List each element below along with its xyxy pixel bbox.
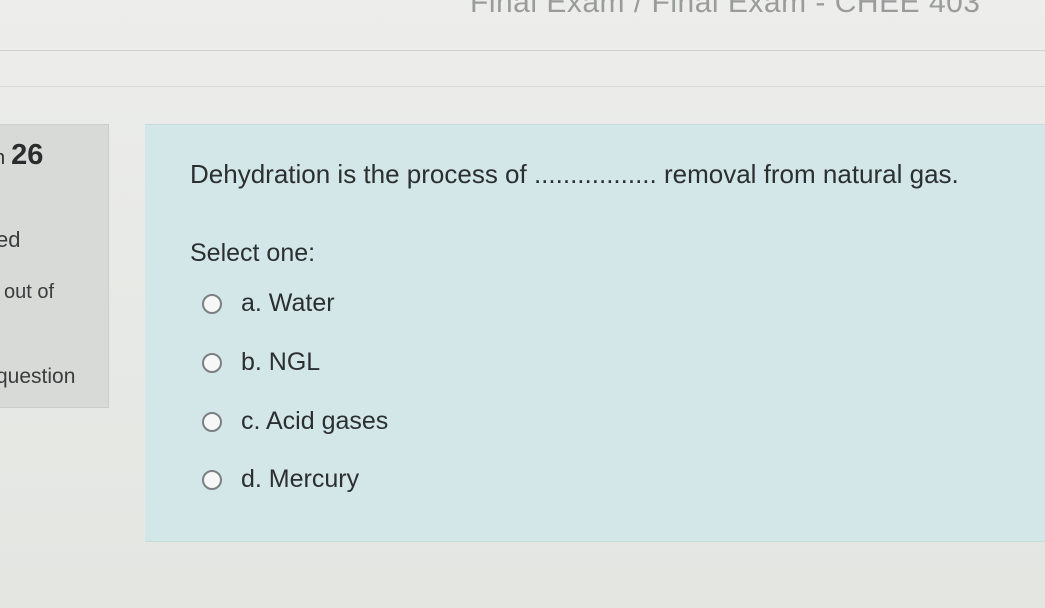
answer-option-d[interactable]: d. Mercury (202, 465, 359, 494)
divider (0, 50, 1045, 51)
option-label: c. Acid gases (241, 407, 389, 435)
question-state: ed (0, 227, 21, 252)
radio-button[interactable] (202, 469, 222, 490)
divider (0, 86, 1045, 87)
question-word: n (0, 147, 5, 169)
answer-option-c[interactable]: c. Acid gases (202, 407, 388, 436)
radio-button[interactable] (202, 352, 222, 373)
answer-option-a[interactable]: a. Water (202, 289, 335, 318)
radio-button[interactable] (202, 411, 222, 432)
breadcrumb: Final Exam / Final Exam - CHEE 403 (470, 0, 981, 19)
question-number: n 26 (0, 139, 43, 172)
flag-question-link[interactable]: question (0, 365, 75, 389)
quiz-page: Final Exam / Final Exam - CHEE 403 n 26 e… (0, 0, 1045, 608)
option-label: b. NGL (241, 348, 321, 376)
question-content: Dehydration is the process of ..........… (145, 124, 1045, 542)
question-text: Dehydration is the process of ..........… (190, 159, 959, 189)
select-one-prompt: Select one: (190, 239, 316, 267)
question-mark: out of (4, 281, 55, 303)
question-number-value: 26 (11, 139, 44, 171)
option-label: d. Mercury (241, 465, 360, 493)
answer-option-b[interactable]: b. NGL (202, 348, 320, 377)
radio-button[interactable] (202, 293, 222, 314)
option-label: a. Water (241, 289, 335, 317)
question-info-panel: n 26 ed out of question (0, 124, 109, 408)
